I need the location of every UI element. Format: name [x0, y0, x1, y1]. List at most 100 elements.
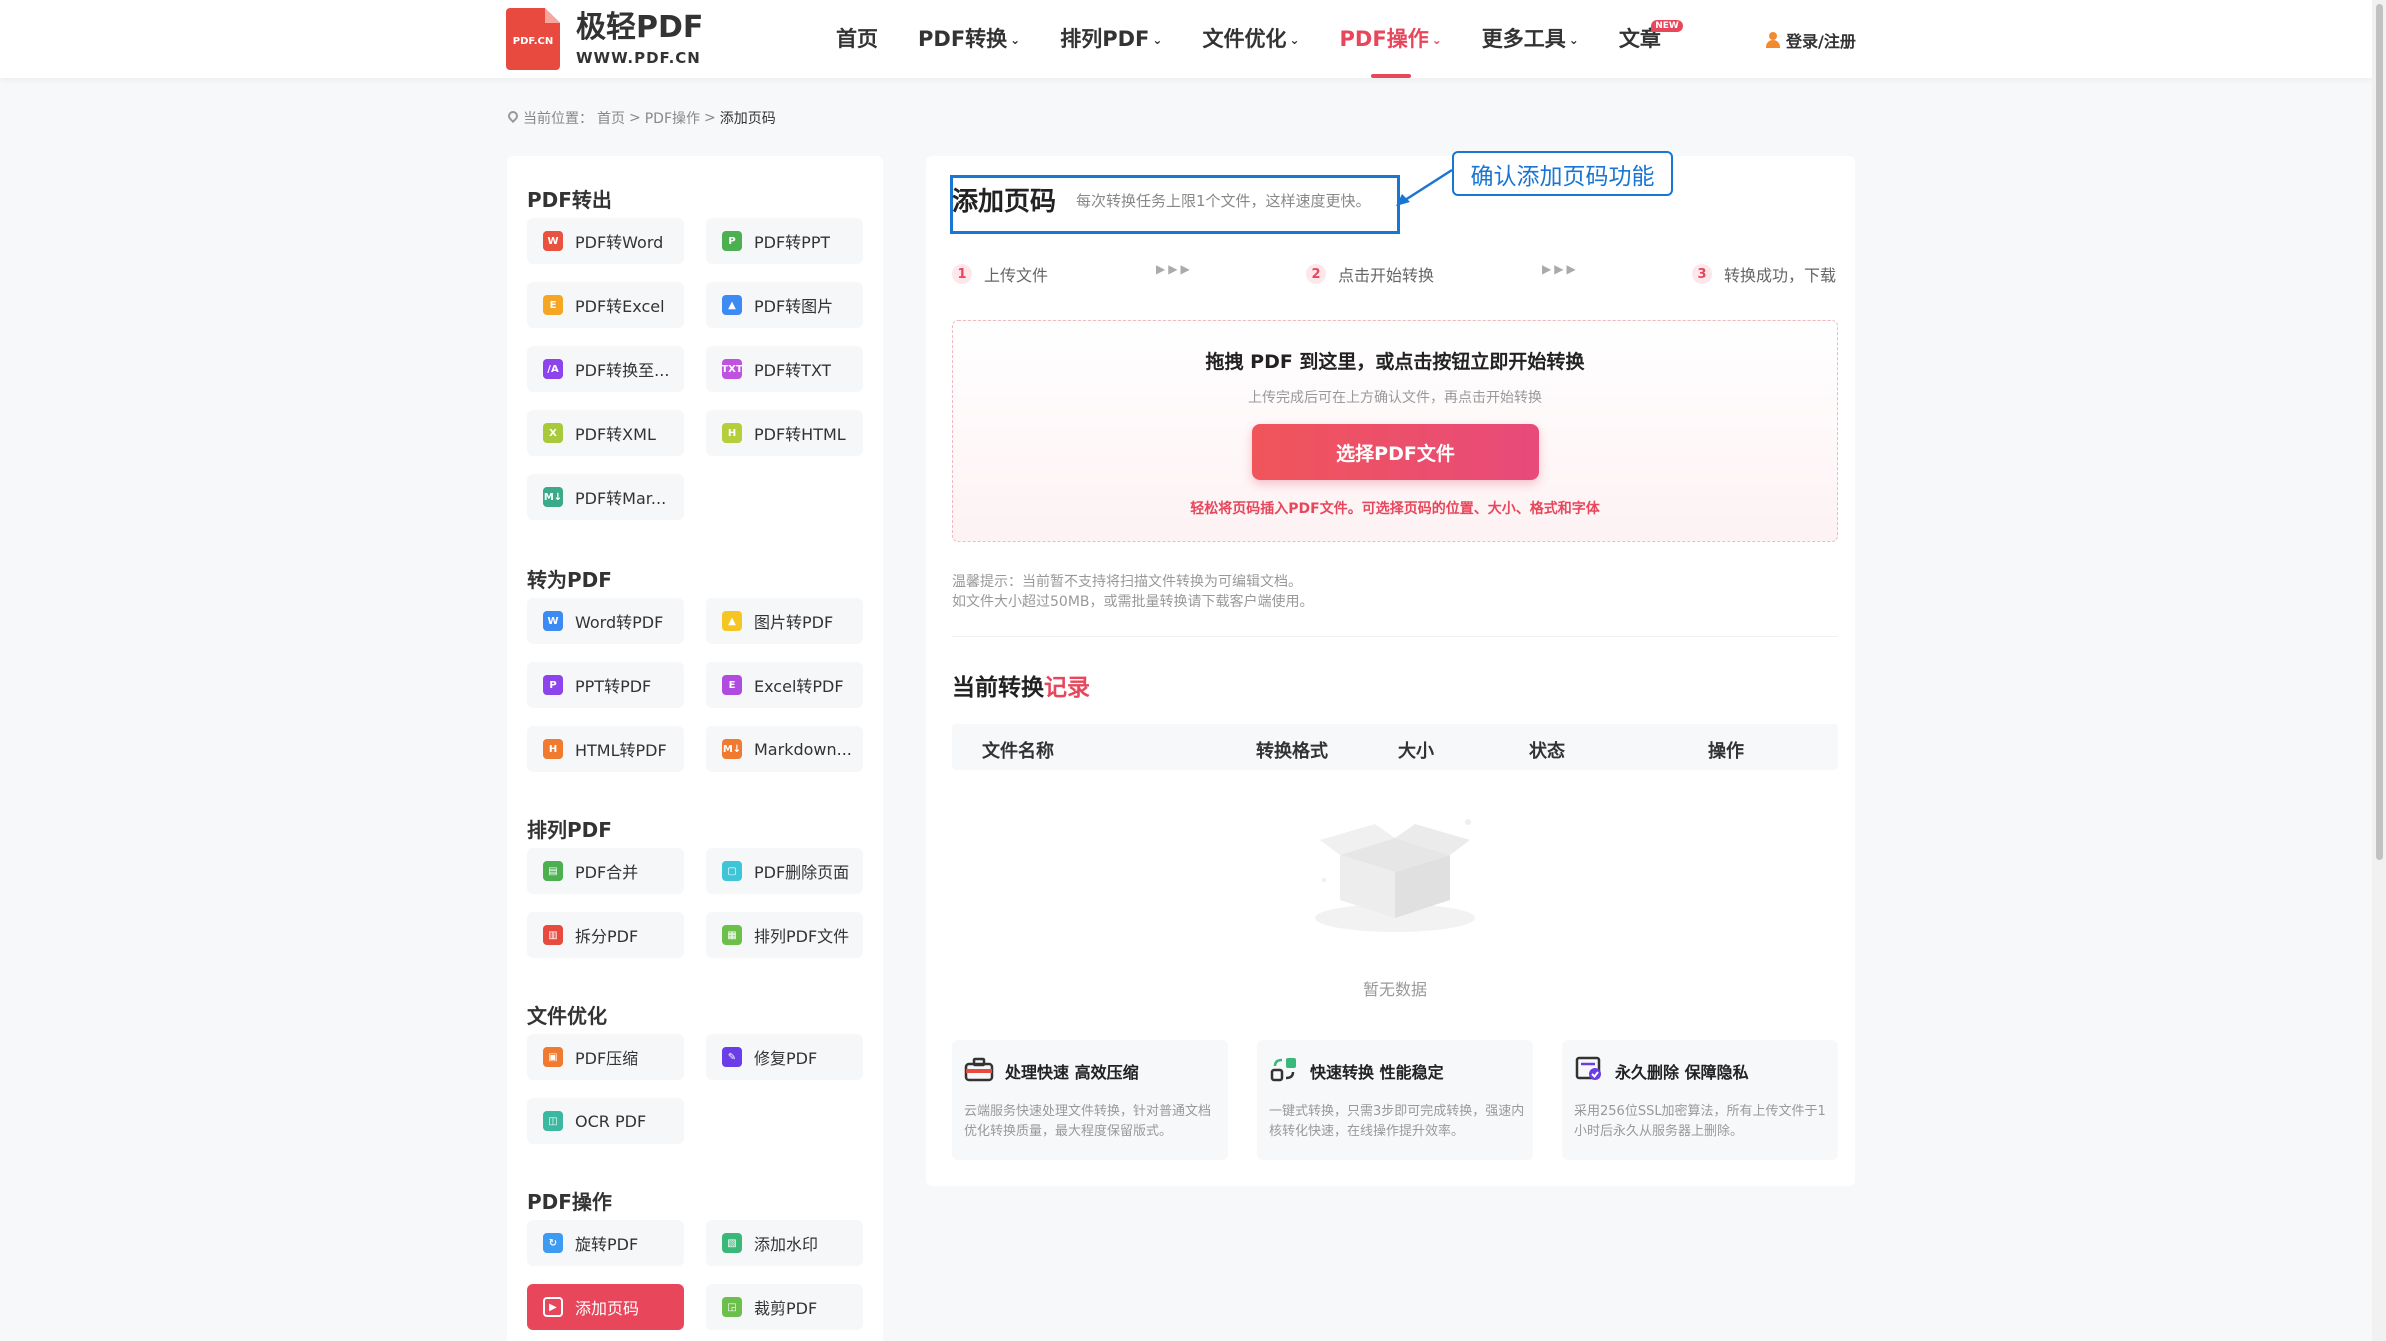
tool-icon: W: [543, 231, 563, 251]
sidebar-item-4-2[interactable]: ▶ 添加页码: [527, 1284, 684, 1330]
sidebar-item-2-2[interactable]: ▥ 拆分PDF: [527, 912, 684, 958]
top-header: PDF.CN 极轻PDF WWW.PDF.CN 首页 PDF转换 ⌄ 排列PDF ⌄…: [0, 0, 2372, 78]
site-logo[interactable]: PDF.CN 极轻PDF WWW.PDF.CN: [506, 8, 703, 70]
sidebar-item-label: PDF转PPT: [754, 233, 831, 252]
tool-icon: W: [543, 611, 563, 631]
sidebar-item-4-1[interactable]: ▧ 添加水印: [706, 1220, 863, 1266]
col-file-name: 文件名称: [982, 741, 1054, 762]
pdf-logo-icon: PDF.CN: [506, 8, 560, 70]
select-pdf-button[interactable]: 选择PDF文件: [1252, 424, 1539, 480]
sidebar-item-1-0[interactable]: W Word转PDF: [527, 598, 684, 644]
nav-arrange-pdf[interactable]: 排列PDF ⌄: [1060, 0, 1162, 78]
sidebar-item-label: PDF转Excel: [575, 297, 665, 316]
sidebar-item-1-3[interactable]: E Excel转PDF: [706, 662, 863, 708]
col-size: 大小: [1398, 741, 1434, 762]
breadcrumb-home[interactable]: 首页: [597, 108, 625, 128]
sidebar-item-0-1[interactable]: P PDF转PPT: [706, 218, 863, 264]
sidebar-section-title: 转为PDF: [527, 568, 612, 592]
tool-icon: ▲: [722, 295, 742, 315]
sidebar-item-0-0[interactable]: W PDF转Word: [527, 218, 684, 264]
sidebar-item-label: PDF转图片: [754, 297, 834, 316]
nav-home[interactable]: 首页: [836, 0, 878, 78]
sidebar-item-1-5[interactable]: M↓ Markdown...: [706, 726, 863, 772]
sidebar-item-2-0[interactable]: ▤ PDF合并: [527, 848, 684, 894]
page-title: 添加页码: [952, 187, 1057, 217]
sidebar-item-label: PDF转XML: [575, 425, 656, 444]
records-title: 当前转换记录: [952, 675, 1090, 701]
secure-delete-icon: [1575, 1056, 1601, 1080]
sidebar-item-label: OCR PDF: [575, 1111, 647, 1131]
chevron-down-icon: ⌄: [1010, 33, 1021, 47]
nav-pdf-convert[interactable]: PDF转换 ⌄: [918, 0, 1020, 78]
tool-icon: P: [722, 231, 742, 251]
callout-arrow-icon: [1396, 168, 1453, 206]
tool-icon: E: [722, 675, 742, 695]
sidebar-item-1-2[interactable]: P PPT转PDF: [527, 662, 684, 708]
sidebar-item-3-1[interactable]: ✎ 修复PDF: [706, 1034, 863, 1080]
divider: [952, 636, 1838, 637]
sidebar-item-0-8[interactable]: M↓ PDF转Mar...: [527, 474, 684, 520]
breadcrumb-parent[interactable]: PDF操作: [645, 108, 700, 128]
sidebar-item-4-3[interactable]: ◲ 裁剪PDF: [706, 1284, 863, 1330]
sidebar-item-label: PDF合并: [575, 863, 639, 882]
nav-articles[interactable]: 文章 NEW: [1619, 0, 1683, 78]
tool-icon: M↓: [722, 739, 742, 759]
sidebar-section-title: 排列PDF: [527, 818, 612, 842]
tool-icon: TXT: [721, 359, 743, 379]
breadcrumb-current: 添加页码: [719, 111, 776, 127]
sidebar-item-0-7[interactable]: H PDF转HTML: [706, 410, 863, 456]
logo-title: 极轻PDF: [576, 10, 704, 45]
sidebar-item-0-4[interactable]: /A PDF转换至...: [527, 346, 684, 392]
nav-more-tools[interactable]: 更多工具 ⌄: [1482, 0, 1579, 78]
sidebar-item-label: 排列PDF文件: [754, 927, 850, 946]
page-description: 每次转换任务上限1个文件，这样速度更快。: [1076, 192, 1371, 210]
sidebar-section-title: PDF转出: [527, 188, 612, 212]
main-nav: 首页 PDF转换 ⌄ 排列PDF ⌄ 文件优化 ⌄ PDF操作 ⌄ 更多工具 ⌄ 文章 NE…: [836, 0, 1701, 78]
chevron-down-icon: ⌄: [1289, 33, 1300, 47]
sidebar-item-label: PDF转Word: [575, 233, 664, 252]
nav-pdf-operations[interactable]: PDF操作 ⌄: [1340, 0, 1442, 78]
tool-icon: /A: [543, 359, 563, 379]
upload-subtitle: 上传完成后可在上方确认文件，再点击开始转换: [1248, 390, 1542, 406]
annotation-callout: 确认添加页码功能: [1452, 151, 1673, 196]
tool-icon: P: [543, 675, 563, 695]
feature-fast-compress: 处理快速 高效压缩 云端服务快速处理文件转换，针对普通文档优化转换质量，最大程度…: [952, 1040, 1228, 1160]
tool-icon: ◲: [722, 1297, 742, 1317]
tips-text: 温馨提示：当前暂不支持将扫描文件转换为可编辑文档。 如文件大小超过50MB，或需…: [952, 574, 1314, 610]
sidebar-item-3-2[interactable]: ◫ OCR PDF: [527, 1098, 684, 1144]
sidebar-item-label: PDF压缩: [575, 1049, 639, 1068]
tool-icon: ↻: [543, 1233, 563, 1253]
sidebar-item-1-1[interactable]: ▲ 图片转PDF: [706, 598, 863, 644]
nav-file-optimize[interactable]: 文件优化 ⌄: [1202, 0, 1299, 78]
sidebar-item-label: 添加页码: [575, 1299, 640, 1318]
login-button[interactable]: 登录/注册: [1766, 28, 1856, 52]
step-convert: 2 点击开始转换: [1306, 262, 1434, 286]
sidebar-item-label: Word转PDF: [575, 613, 664, 632]
tool-icon: ◫: [543, 1111, 563, 1131]
feature-fast-stable: 快速转换 性能稳定 一键式转换，只需3步即可完成转换，强速内核转化快速，在线操作…: [1257, 1040, 1533, 1160]
sidebar-item-0-2[interactable]: E PDF转Excel: [527, 282, 684, 328]
sidebar-item-label: 裁剪PDF: [754, 1299, 818, 1318]
scrollbar-thumb[interactable]: [2376, 4, 2383, 860]
sidebar-item-1-4[interactable]: H HTML转PDF: [527, 726, 684, 772]
upload-dropzone[interactable]: 拖拽 PDF 到这里，或点击按钮立即开始转换 上传完成后可在上方确认文件，再点击…: [952, 320, 1838, 542]
new-badge: NEW: [1651, 20, 1683, 32]
user-icon: [1766, 32, 1780, 48]
sidebar-item-3-0[interactable]: ▣ PDF压缩: [527, 1034, 684, 1080]
toolbox-icon: [964, 1057, 994, 1082]
sidebar-item-0-5[interactable]: TXT PDF转TXT: [706, 346, 863, 392]
step-download: 3 转换成功，下载: [1692, 262, 1836, 286]
location-pin-icon: [507, 111, 519, 125]
sidebar-item-0-3[interactable]: ▲ PDF转图片: [706, 282, 863, 328]
records-table-header: 文件名称 转换格式 大小 状态 操作: [952, 724, 1838, 770]
chevron-down-icon: ⌄: [1568, 33, 1579, 47]
sidebar-item-label: Markdown...: [754, 739, 852, 759]
sidebar-item-2-1[interactable]: ▢ PDF删除页面: [706, 848, 863, 894]
sidebar-item-label: 修复PDF: [754, 1049, 818, 1068]
sidebar-item-0-6[interactable]: X PDF转XML: [527, 410, 684, 456]
step-upload: 1 上传文件: [952, 262, 1048, 286]
sidebar-item-2-3[interactable]: ▦ 排列PDF文件: [706, 912, 863, 958]
sidebar-item-4-0[interactable]: ↻ 旋转PDF: [527, 1220, 684, 1266]
tool-icon: ▥: [543, 925, 563, 945]
sidebar-section-title: 文件优化: [527, 1004, 607, 1028]
